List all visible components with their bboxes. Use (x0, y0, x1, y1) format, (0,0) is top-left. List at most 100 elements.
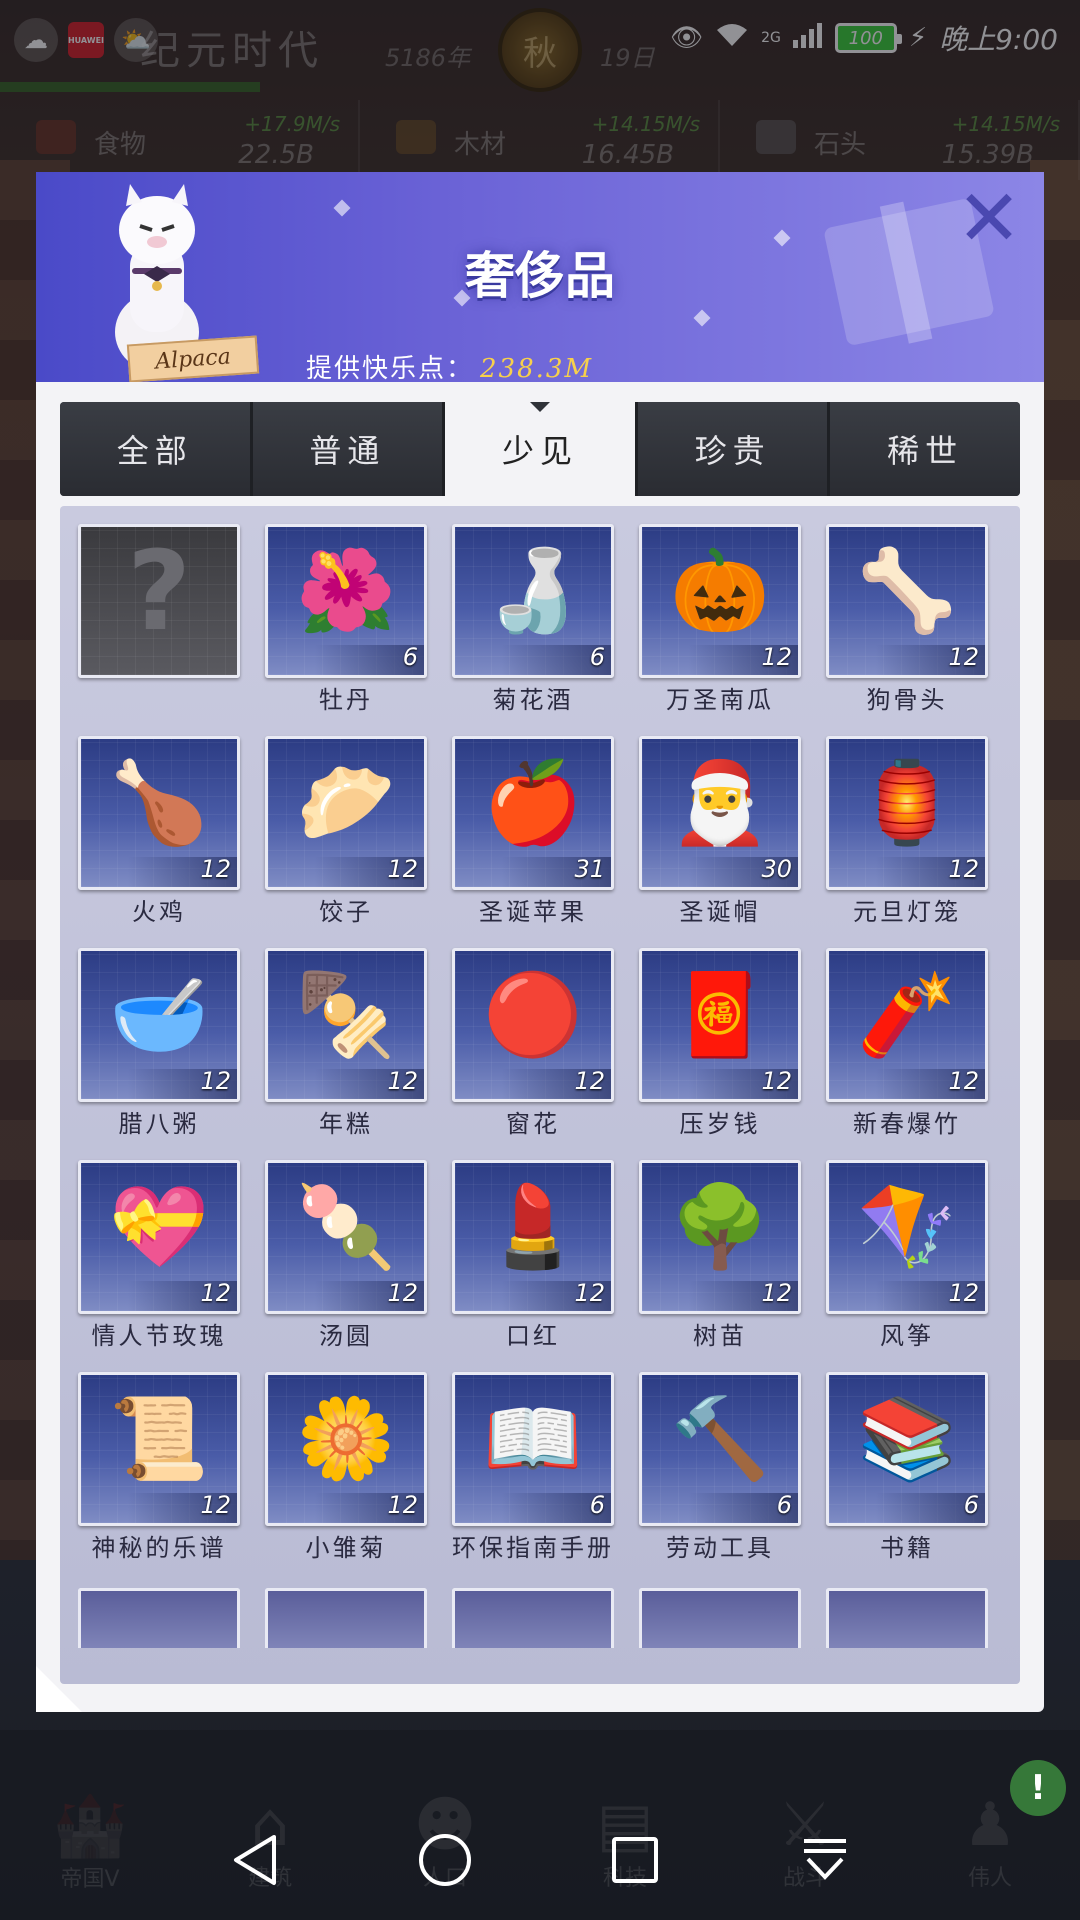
item-cell: 🏮 12 元旦灯笼 (826, 736, 988, 934)
luxury-modal: Alpaca 奢侈品 提供快乐点： 238.3M ✕ 全部 普通 少见 珍贵 稀世… (36, 172, 1044, 1712)
item-card-partial[interactable] (452, 1588, 614, 1648)
happiness-value: 238.3M (480, 354, 594, 382)
android-nav-bar (0, 1800, 1080, 1920)
item-count: 12 (200, 1279, 231, 1307)
item-card[interactable]: 🍗 12 (78, 736, 240, 890)
item-label: 劳动工具 (666, 1534, 774, 1562)
item-label: 腊八粥 (118, 1110, 200, 1138)
item-count: 6 (776, 1491, 792, 1519)
item-icon: 🍡 (296, 1180, 396, 1273)
item-card[interactable]: 🦴 12 (826, 524, 988, 678)
item-card[interactable]: 📚 6 (826, 1372, 988, 1526)
item-label: 新春爆竹 (853, 1110, 961, 1138)
item-count: 12 (948, 1279, 979, 1307)
next-row-peek (78, 1588, 1008, 1648)
item-icon: 🪁 (857, 1180, 957, 1273)
item-icon: 🦴 (857, 544, 957, 637)
item-cell: 🥟 12 饺子 (265, 736, 427, 934)
item-label: 书籍 (880, 1534, 934, 1562)
item-icon: 🎅 (670, 756, 770, 849)
item-card[interactable]: 🔨 6 (639, 1372, 801, 1526)
item-cell: 🍎 31 圣诞苹果 (452, 736, 614, 934)
item-card[interactable]: 🪁 12 (826, 1160, 988, 1314)
item-card-partial[interactable] (639, 1588, 801, 1648)
close-button[interactable]: ✕ (954, 180, 1024, 258)
item-label: 汤圆 (319, 1322, 373, 1350)
item-icon: 📖 (483, 1392, 583, 1485)
count-strip (642, 1493, 798, 1523)
item-card-partial[interactable] (826, 1588, 988, 1648)
item-count: 31 (574, 855, 605, 883)
item-card[interactable]: 📖 6 (452, 1372, 614, 1526)
back-button[interactable] (215, 1820, 295, 1900)
item-icon: 📚 (857, 1392, 957, 1485)
tab-all[interactable]: 全部 (60, 402, 253, 496)
item-count: 12 (948, 1067, 979, 1095)
item-count: 6 (963, 1491, 979, 1519)
modal-title: 奢侈品 (465, 247, 615, 305)
item-card[interactable]: 🎅 30 (639, 736, 801, 890)
item-card[interactable]: 🍎 31 (452, 736, 614, 890)
item-icon: 📜 (109, 1392, 209, 1485)
item-icon: 💄 (483, 1180, 583, 1273)
item-icon: 🍶 (483, 544, 583, 637)
item-icon: 🏮 (857, 756, 957, 849)
item-count: 12 (200, 855, 231, 883)
recents-button[interactable] (595, 1820, 675, 1900)
item-card[interactable]: 🍶 6 (452, 524, 614, 678)
home-button[interactable] (405, 1820, 485, 1900)
item-card[interactable]: 🥟 12 (265, 736, 427, 890)
item-count: 12 (387, 855, 418, 883)
item-cell: 🍢 12 年糕 (265, 948, 427, 1146)
item-cell: 🔨 6 劳动工具 (639, 1372, 801, 1570)
tab-uncommon[interactable]: 少见 (445, 402, 638, 496)
locked-item-card[interactable]: ? (78, 524, 240, 678)
tab-rare[interactable]: 珍贵 (637, 402, 831, 496)
item-card[interactable]: 🌺 6 (265, 524, 427, 678)
item-card[interactable]: 🧨 12 (826, 948, 988, 1102)
item-card[interactable]: 💝 12 (78, 1160, 240, 1314)
item-card[interactable]: 🥣 12 (78, 948, 240, 1102)
item-label: 口红 (506, 1322, 560, 1350)
item-count: 30 (761, 855, 792, 883)
modal-header: Alpaca 奢侈品 提供快乐点： 238.3M ✕ (36, 172, 1044, 382)
item-card[interactable]: 🍡 12 (265, 1160, 427, 1314)
item-icon: 🎃 (670, 544, 770, 637)
item-card[interactable]: 🌼 12 (265, 1372, 427, 1526)
item-icon: 🧨 (857, 968, 957, 1061)
item-count: 12 (948, 855, 979, 883)
tab-common[interactable]: 普通 (252, 402, 446, 496)
item-label: 圣诞帽 (679, 898, 761, 926)
item-cell: 🎃 12 万圣南瓜 (639, 524, 801, 722)
item-count: 6 (589, 1491, 605, 1519)
item-label: 饺子 (319, 898, 373, 926)
item-card[interactable]: 📜 12 (78, 1372, 240, 1526)
item-card[interactable]: 💄 12 (452, 1160, 614, 1314)
item-grid-panel[interactable]: ? 🌺 6 牡丹 🍶 6 菊花酒 🎃 12 万圣南瓜 🦴 12 狗骨头 🍗 12 火鸡 🥟 12 饺子 🍎 31 圣诞苹果… (60, 506, 1020, 1684)
item-card[interactable]: 🏮 12 (826, 736, 988, 890)
item-card-partial[interactable] (265, 1588, 427, 1648)
item-cell: 🌳 12 树苗 (639, 1160, 801, 1358)
item-icon: 🌳 (670, 1180, 770, 1273)
tab-legendary[interactable]: 稀世 (830, 402, 1020, 496)
item-card[interactable]: 🎃 12 (639, 524, 801, 678)
item-icon: 🥣 (109, 968, 209, 1061)
alpaca-nameplate: Alpaca (126, 335, 260, 382)
item-card[interactable]: 🍢 12 (265, 948, 427, 1102)
close-icon: ✕ (956, 174, 1022, 264)
item-card[interactable]: 🔴 12 (452, 948, 614, 1102)
item-icon: 🔨 (670, 1392, 770, 1485)
item-count: 6 (589, 643, 605, 671)
item-label: 狗骨头 (866, 686, 948, 714)
item-icon: 🍗 (109, 756, 209, 849)
item-count: 12 (387, 1067, 418, 1095)
item-label: 神秘的乐谱 (91, 1534, 227, 1562)
notification-down-button[interactable] (785, 1820, 865, 1900)
item-count: 12 (200, 1067, 231, 1095)
item-card[interactable]: 🌳 12 (639, 1160, 801, 1314)
item-icon: 🌺 (296, 544, 396, 637)
item-card[interactable]: 🧧 12 (639, 948, 801, 1102)
item-cell: 🌼 12 小雏菊 (265, 1372, 427, 1570)
item-card-partial[interactable] (78, 1588, 240, 1648)
item-label: 树苗 (693, 1322, 747, 1350)
